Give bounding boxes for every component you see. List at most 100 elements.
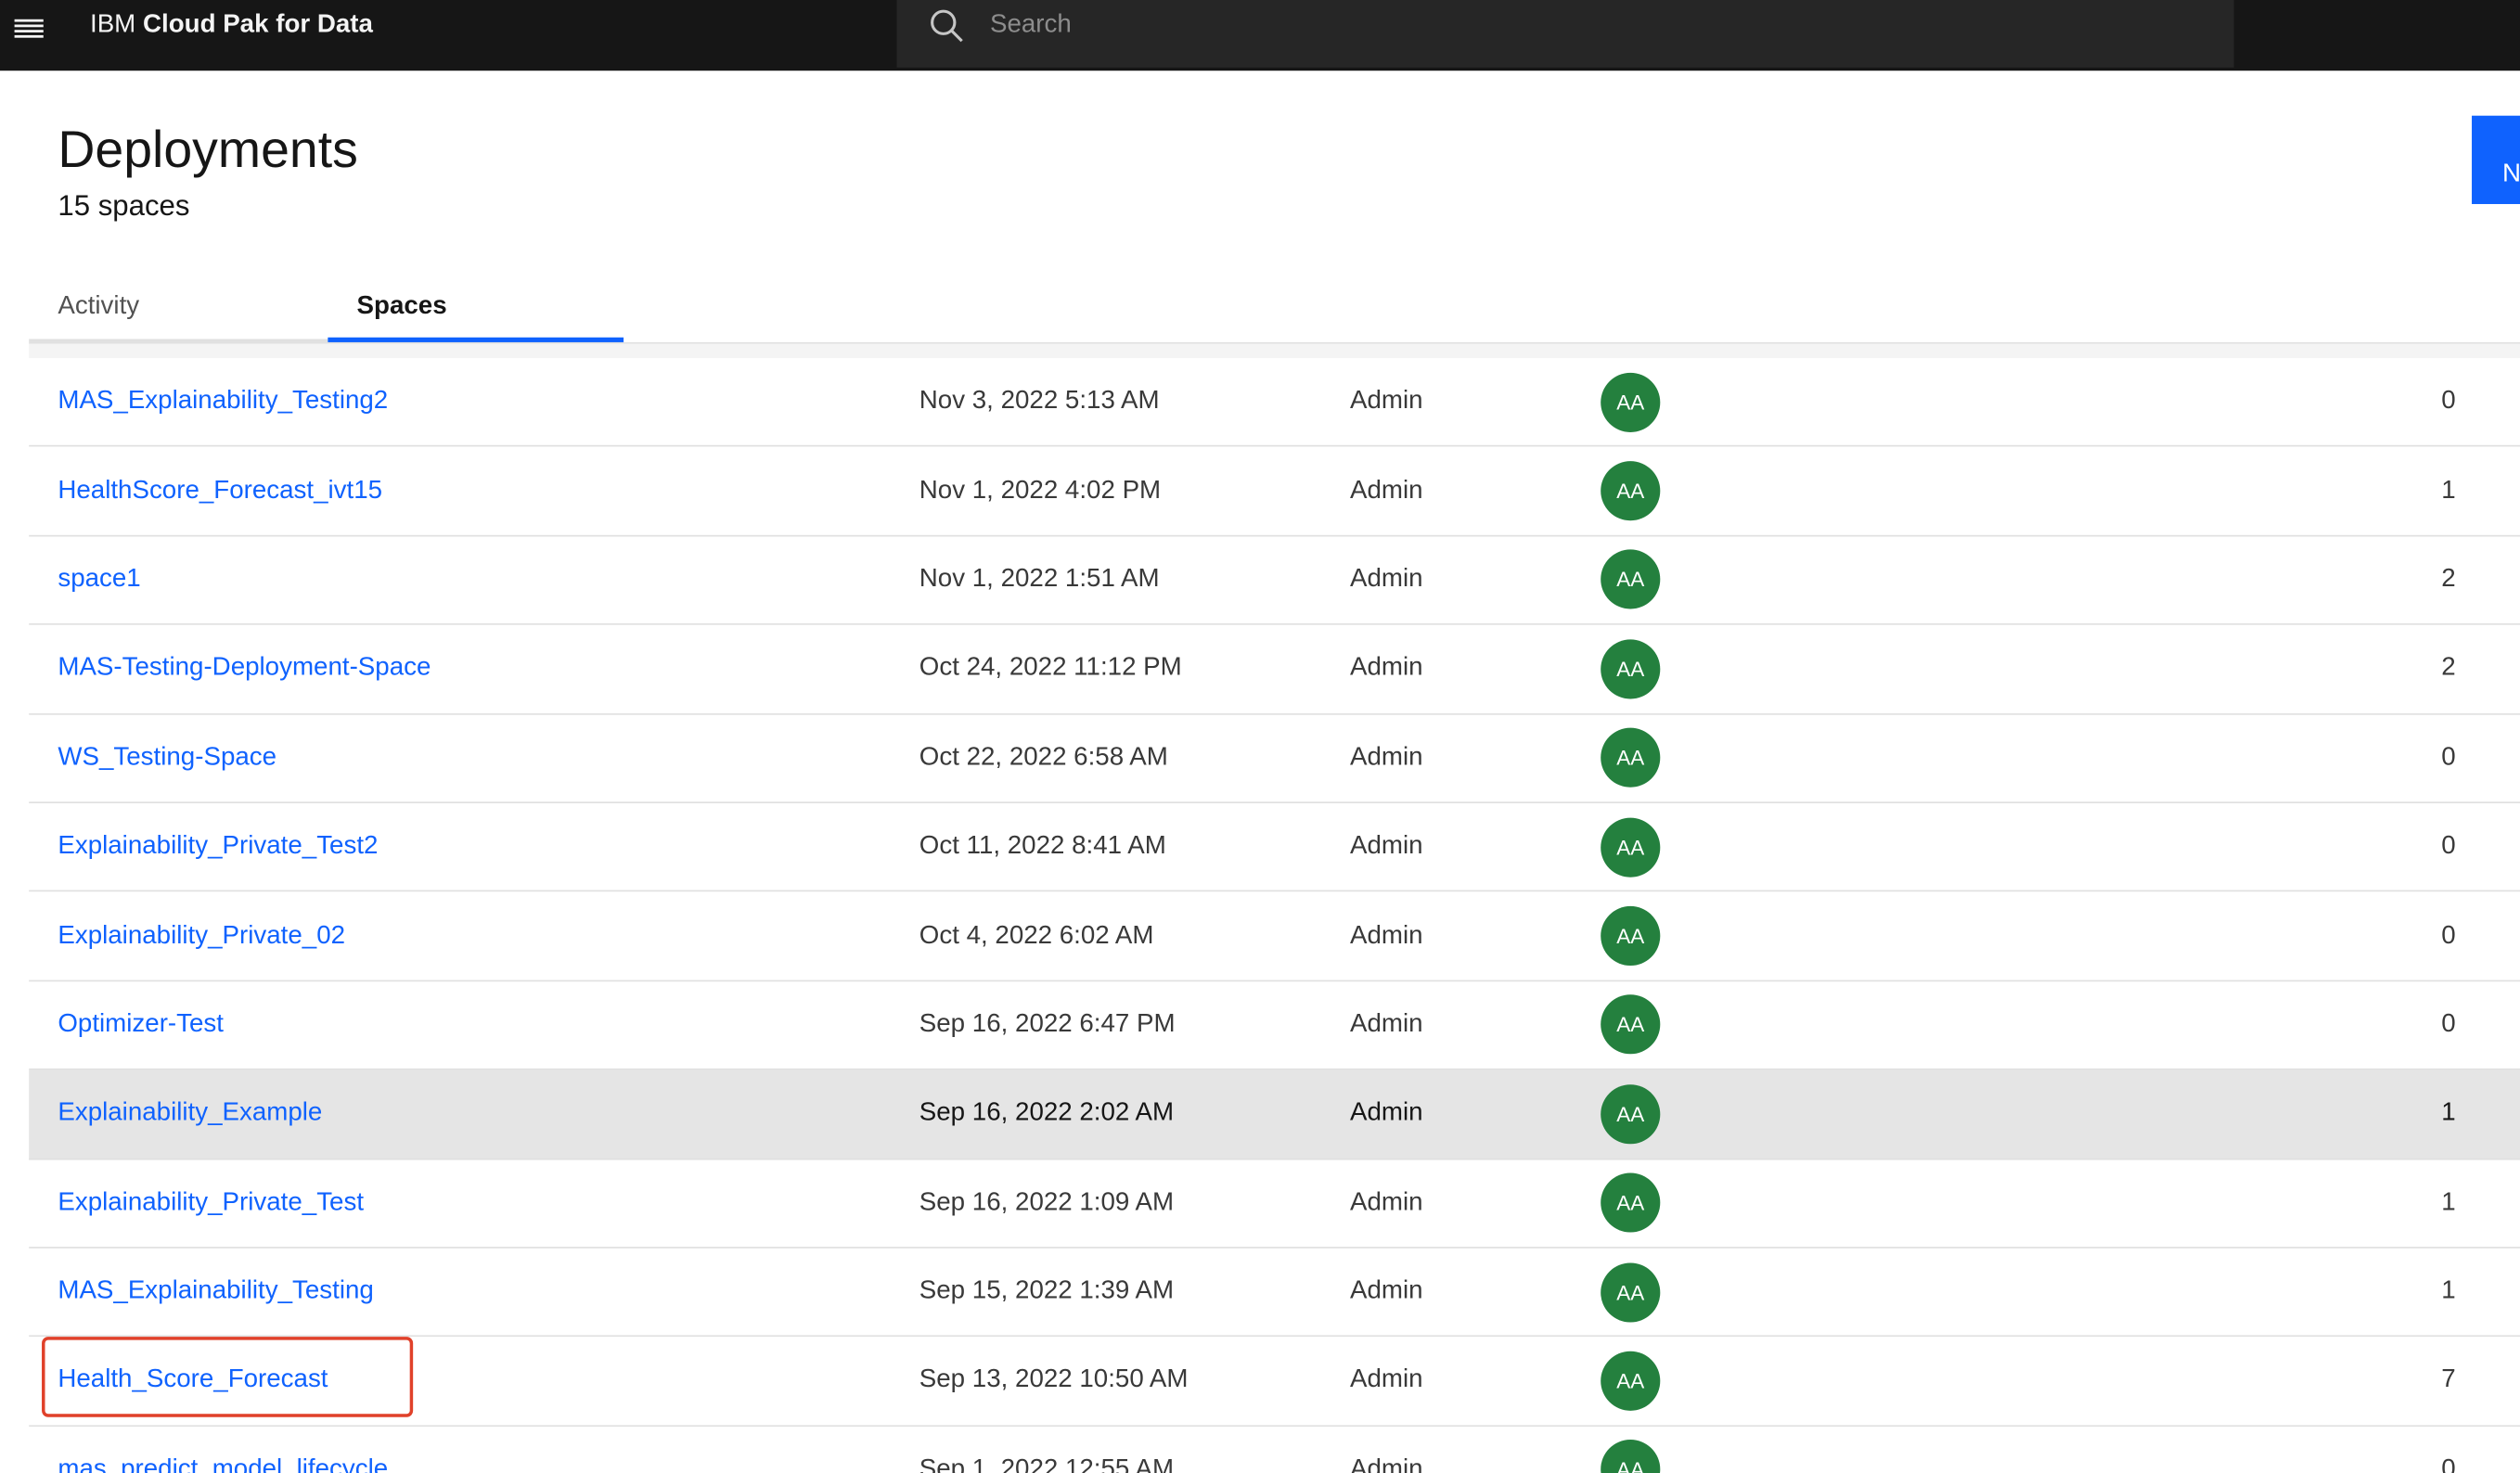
space-name-link[interactable]: space1 — [58, 536, 140, 623]
table-scroll-gap — [29, 343, 2520, 359]
space-name-link[interactable]: Explainability_Private_02 — [58, 892, 345, 980]
space-name-link[interactable]: Explainability_Private_Test2 — [58, 803, 378, 890]
your-role: Admin — [1350, 921, 1423, 949]
last-modified-date: Nov 1, 2022 4:02 PM — [919, 476, 1162, 505]
last-modified-date: Sep 16, 2022 2:02 AM — [919, 1099, 1175, 1127]
your-role: Admin — [1350, 1366, 1423, 1394]
space-count: 15 spaces — [58, 189, 190, 223]
deployment-count: 1 — [2441, 1277, 2456, 1305]
deployment-count: 0 — [2441, 1010, 2456, 1038]
table-row[interactable]: MAS_Explainability_Testing2 Nov 3, 2022 5… — [29, 358, 2520, 448]
brand-name: Cloud Pak for Data — [142, 11, 373, 39]
last-modified-date: Sep 16, 2022 6:47 PM — [919, 1010, 1176, 1038]
space-name-link[interactable]: MAS_Explainability_Testing — [58, 1249, 373, 1336]
search-icon[interactable] — [929, 8, 964, 44]
tab-list: Activity Spaces — [29, 276, 2520, 344]
avatar[interactable]: AA — [1601, 905, 1661, 967]
space-name-link[interactable]: Health_Score_Forecast — [58, 1338, 328, 1425]
deployment-count: 0 — [2441, 921, 2456, 949]
search-input[interactable] — [990, 3, 2179, 48]
collaborators-cell: AA — [1601, 1338, 1661, 1425]
avatar[interactable]: AA — [1601, 1083, 1661, 1144]
avatar[interactable]: AA — [1601, 639, 1661, 699]
last-modified-date: Oct 24, 2022 11:12 PM — [919, 654, 1182, 683]
product-brand[interactable]: IBM Cloud Pak for Data — [90, 9, 373, 42]
table-row[interactable]: MAS-Testing-Deployment-Space Oct 24, 2022… — [29, 625, 2520, 715]
space-name-link[interactable]: mas_predict_model_lifecycle — [58, 1427, 388, 1473]
your-role: Admin — [1350, 565, 1423, 594]
avatar[interactable]: AA — [1601, 994, 1661, 1056]
last-modified-date: Sep 16, 2022 1:09 AM — [919, 1188, 1175, 1216]
your-role: Admin — [1350, 387, 1423, 416]
last-modified-date: Sep 13, 2022 10:50 AM — [919, 1366, 1189, 1394]
table-row[interactable]: HealthScore_Forecast_ivt15 Nov 1, 2022 4:… — [29, 447, 2520, 537]
collaborators-cell: AA — [1601, 1427, 1661, 1473]
your-role: Admin — [1350, 1010, 1423, 1038]
deployment-count: 1 — [2441, 1188, 2456, 1216]
collaborators-cell: AA — [1601, 358, 1661, 445]
collaborators-cell: AA — [1601, 536, 1661, 623]
app-window: IBM Cloud Pak for Data Deployments 15 sp… — [0, 0, 2520, 1473]
tab-activity[interactable]: Activity — [29, 276, 328, 342]
table-body: MAS_Explainability_Testing2 Nov 3, 2022 5… — [29, 358, 2520, 1473]
avatar[interactable]: AA — [1601, 1440, 1661, 1473]
table-row[interactable]: Explainability_Private_Test2 Oct 11, 2022… — [29, 802, 2520, 892]
your-role: Admin — [1350, 1455, 1423, 1473]
deployment-count: 2 — [2441, 654, 2456, 683]
avatar[interactable]: AA — [1601, 550, 1661, 610]
avatar[interactable]: AA — [1601, 728, 1661, 788]
space-name-link[interactable]: HealthScore_Forecast_ivt15 — [58, 447, 382, 534]
avatar[interactable]: AA — [1601, 1262, 1661, 1322]
new-deployment-space-button[interactable]: N — [2472, 115, 2520, 204]
last-modified-date: Nov 3, 2022 5:13 AM — [919, 387, 1160, 416]
hamburger-menu-icon[interactable] — [0, 0, 58, 58]
last-modified-date: Oct 22, 2022 6:58 AM — [919, 743, 1168, 771]
space-name-link[interactable]: Explainability_Private_Test — [58, 1159, 364, 1247]
table-row[interactable]: mas_predict_model_lifecycle Sep 1, 2022 1… — [29, 1426, 2520, 1473]
your-role: Admin — [1350, 1099, 1423, 1127]
space-name-link[interactable]: MAS_Explainability_Testing2 — [58, 358, 388, 445]
brand-prefix: IBM — [90, 11, 136, 39]
collaborators-cell: AA — [1601, 803, 1661, 890]
deployment-count: 0 — [2441, 743, 2456, 771]
space-name-link[interactable]: MAS-Testing-Deployment-Space — [58, 625, 431, 712]
avatar[interactable]: AA — [1601, 817, 1661, 877]
last-modified-date: Nov 1, 2022 1:51 AM — [919, 565, 1160, 594]
table-row[interactable]: WS_Testing-Space Oct 22, 2022 6:58 AM Admi… — [29, 714, 2520, 803]
collaborators-cell: AA — [1601, 1249, 1661, 1336]
space-name-link[interactable]: Optimizer-Test — [58, 981, 224, 1069]
collaborators-cell: AA — [1601, 447, 1661, 534]
avatar[interactable]: AA — [1601, 1172, 1661, 1233]
collaborators-cell: AA — [1601, 625, 1661, 712]
table-row[interactable]: space1 Nov 1, 2022 1:51 AM Admin AA 2 — [29, 536, 2520, 626]
table-row[interactable]: Optimizer-Test Sep 16, 2022 6:47 PM Admin A… — [29, 980, 2520, 1070]
deployment-count: 1 — [2441, 1099, 2456, 1127]
page-title: Deployments — [58, 120, 358, 179]
deployment-count: 0 — [2441, 387, 2456, 416]
space-name-link[interactable]: WS_Testing-Space — [58, 714, 276, 801]
collaborators-cell: AA — [1601, 1159, 1661, 1247]
your-role: Admin — [1350, 654, 1423, 683]
space-name-link[interactable]: Explainability_Example — [58, 1070, 322, 1158]
spaces-table: MAS_Explainability_Testing2 Nov 3, 2022 5… — [29, 343, 2520, 1473]
your-role: Admin — [1350, 1277, 1423, 1305]
your-role: Admin — [1350, 476, 1423, 505]
last-modified-date: Oct 4, 2022 6:02 AM — [919, 921, 1154, 949]
avatar[interactable]: AA — [1601, 461, 1661, 521]
avatar[interactable]: AA — [1601, 1351, 1661, 1411]
deployment-count: 2 — [2441, 565, 2456, 594]
your-role: Admin — [1350, 1188, 1423, 1216]
table-row[interactable]: Explainability_Private_02 Oct 4, 2022 6:0… — [29, 891, 2520, 981]
tab-spaces[interactable]: Spaces — [328, 276, 624, 342]
collaborators-cell: AA — [1601, 981, 1661, 1069]
table-row[interactable]: Health_Score_Forecast Sep 13, 2022 10:50 … — [29, 1337, 2520, 1427]
your-role: Admin — [1350, 832, 1423, 860]
last-modified-date: Sep 1, 2022 12:55 AM — [919, 1455, 1175, 1473]
table-row[interactable]: MAS_Explainability_Testing Sep 15, 2022 1… — [29, 1248, 2520, 1338]
table-row[interactable]: Explainability_Example Sep 16, 2022 2:02 … — [29, 1070, 2520, 1159]
collaborators-cell: AA — [1601, 714, 1661, 801]
deployment-count: 0 — [2441, 1455, 2456, 1473]
table-row[interactable]: Explainability_Private_Test Sep 16, 2022 … — [29, 1159, 2520, 1249]
last-modified-date: Oct 11, 2022 8:41 AM — [919, 832, 1166, 860]
avatar[interactable]: AA — [1601, 372, 1661, 432]
